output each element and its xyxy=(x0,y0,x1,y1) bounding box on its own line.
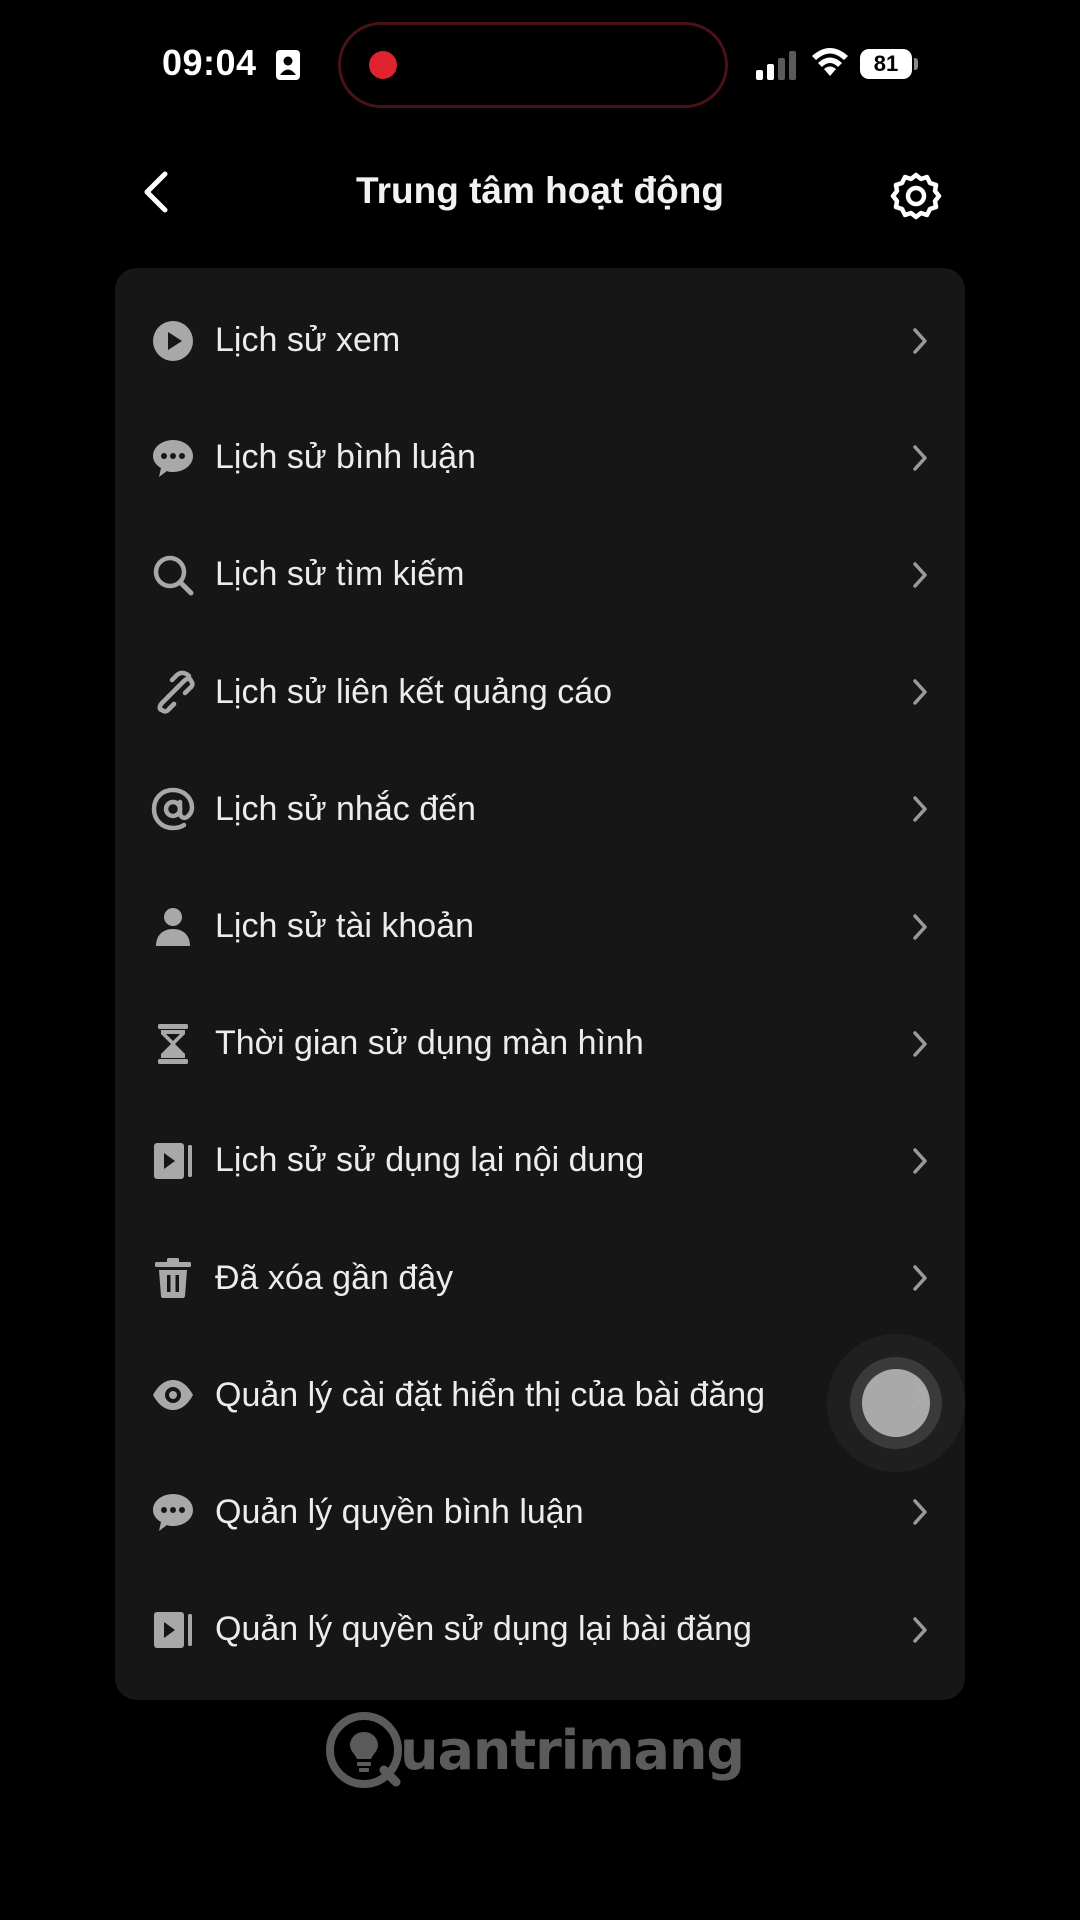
lightbulb-logo-icon xyxy=(326,1712,402,1788)
menu-item-label: Lịch sử tìm kiếm xyxy=(215,555,465,594)
gear-icon xyxy=(890,172,942,220)
play-circle-icon xyxy=(151,319,195,363)
watermark-text: uantrimang xyxy=(400,1718,745,1782)
menu-item-watch-history[interactable]: Lịch sử xem xyxy=(115,282,965,399)
menu-item-ad-link-history[interactable]: Lịch sử liên kết quảng cáo xyxy=(115,634,965,751)
battery-icon: 81 xyxy=(860,49,912,79)
chevron-right-icon xyxy=(913,1030,927,1057)
at-icon xyxy=(151,787,195,831)
trash-icon xyxy=(151,1256,195,1300)
chevron-right-icon xyxy=(913,562,927,588)
comment-bubble-icon xyxy=(151,436,195,480)
video-reuse-icon xyxy=(151,1608,195,1652)
chevron-right-icon xyxy=(913,327,927,354)
menu-item-label: Lịch sử tài khoản xyxy=(215,907,475,946)
chevron-right-icon xyxy=(913,913,927,940)
eye-icon xyxy=(151,1373,195,1417)
chevron-right-icon xyxy=(913,796,927,823)
chevron-right-icon xyxy=(913,445,927,471)
video-reuse-icon xyxy=(151,1139,195,1183)
chevron-right-icon xyxy=(913,1616,927,1643)
search-icon xyxy=(151,553,195,597)
menu-item-screen-time[interactable]: Thời gian sử dụng màn hình xyxy=(115,985,965,1102)
chevron-right-icon xyxy=(913,1499,927,1526)
menu-item-label: Lịch sử liên kết quảng cáo xyxy=(215,672,613,711)
menu-item-label: Lịch sử sử dụng lại nội dung xyxy=(215,1141,645,1180)
settings-button[interactable] xyxy=(884,164,948,228)
menu-item-content-reuse-history[interactable]: Lịch sử sử dụng lại nội dung xyxy=(115,1102,965,1219)
status-time: 09:04 xyxy=(162,42,257,83)
hourglass-icon xyxy=(151,1022,195,1066)
dynamic-island xyxy=(338,22,728,108)
person-icon xyxy=(151,905,195,949)
menu-item-label: Quản lý quyền bình luận xyxy=(215,1492,584,1531)
assistive-touch-button[interactable] xyxy=(828,1335,964,1471)
record-dot xyxy=(369,51,397,79)
menu-item-label: Đã xóa gần đây xyxy=(215,1258,454,1297)
chevron-right-icon xyxy=(913,679,927,705)
menu-item-label: Lịch sử nhắc đến xyxy=(215,789,476,828)
menu-item-post-reuse-permissions[interactable]: Quản lý quyền sử dụng lại bài đăng xyxy=(115,1571,965,1688)
menu-item-label: Lịch sử bình luận xyxy=(215,438,476,477)
status-bar: 09:04 81 xyxy=(0,0,1080,130)
link-icon xyxy=(151,670,195,714)
menu-item-label: Quản lý quyền sử dụng lại bài đăng xyxy=(215,1610,752,1649)
menu-item-label: Quản lý cài đặt hiển thị của bài đăng xyxy=(215,1375,766,1414)
header: Trung tâm hoạt động xyxy=(0,150,1080,234)
menu-item-search-history[interactable]: Lịch sử tìm kiếm xyxy=(115,516,965,633)
menu-item-label: Lịch sử xem xyxy=(215,321,401,360)
assistive-touch-core xyxy=(862,1369,930,1437)
menu-item-comment-permissions[interactable]: Quản lý quyền bình luận xyxy=(115,1454,965,1571)
comment-bubble-icon xyxy=(151,1490,195,1534)
person-icon xyxy=(276,50,300,80)
menu-item-recently-deleted[interactable]: Đã xóa gần đây xyxy=(115,1220,965,1337)
activity-menu-card: Lịch sử xem Lịch sử bình luận Lịch sử tì… xyxy=(115,268,965,1700)
menu-item-comment-history[interactable]: Lịch sử bình luận xyxy=(115,399,965,516)
battery-nub xyxy=(914,58,918,70)
menu-item-account-history[interactable]: Lịch sử tài khoản xyxy=(115,868,965,985)
chevron-right-icon xyxy=(913,1265,927,1291)
signal-icon xyxy=(756,51,796,80)
watermark-logo: uantrimang xyxy=(322,1708,745,1792)
menu-item-mention-history[interactable]: Lịch sử nhắc đến xyxy=(115,751,965,868)
wifi-icon xyxy=(812,48,848,76)
menu-item-label: Thời gian sử dụng màn hình xyxy=(215,1024,644,1063)
chevron-right-icon xyxy=(913,1148,927,1174)
